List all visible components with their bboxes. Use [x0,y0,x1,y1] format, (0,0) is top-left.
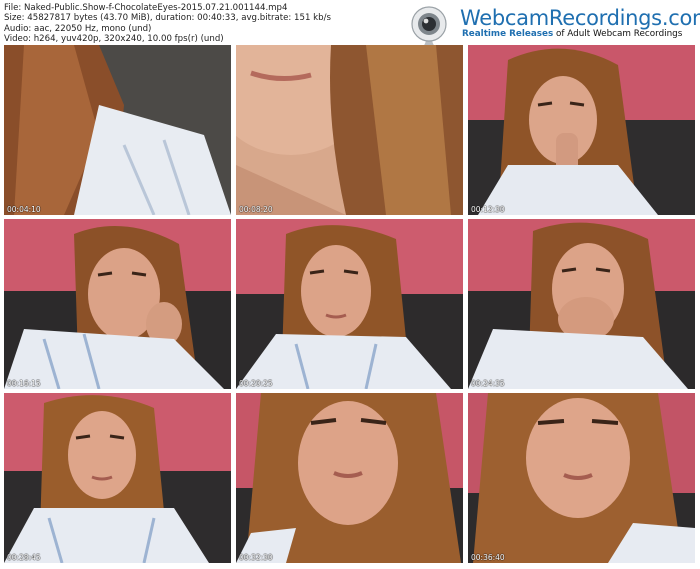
thumbnail-frame[interactable]: 00:20:25 [236,219,463,389]
thumbnail-timestamp: 00:04:10 [7,205,41,214]
contact-sheet: { "meta": { "file": "File: Naked-Public.… [0,0,700,569]
thumbnail-grid: 00:04:10 00:08:20 00:12:30 00:16:15 00:2… [0,0,700,569]
thumbnail-frame[interactable]: 00:36:40 [468,393,695,563]
thumbnail-timestamp: 00:36:40 [471,553,505,562]
thumbnail-frame[interactable]: 00:08:20 [236,45,463,215]
thumbnail-frame[interactable]: 00:24:35 [468,219,695,389]
thumbnail-timestamp: 00:20:25 [239,379,273,388]
thumbnail-frame[interactable]: 00:12:30 [468,45,695,215]
thumbnail-frame[interactable]: 00:04:10 [4,45,231,215]
thumbnail-timestamp: 00:12:30 [471,205,505,214]
thumbnail-timestamp: 00:16:15 [7,379,41,388]
thumbnail-frame[interactable]: 00:32:30 [236,393,463,563]
thumbnail-frame[interactable]: 00:16:15 [4,219,231,389]
thumbnail-frame[interactable]: 00:28:45 [4,393,231,563]
thumbnail-timestamp: 00:08:20 [239,205,273,214]
thumbnail-timestamp: 00:24:35 [471,379,505,388]
thumbnail-timestamp: 00:28:45 [7,553,41,562]
thumbnail-timestamp: 00:32:30 [239,553,273,562]
